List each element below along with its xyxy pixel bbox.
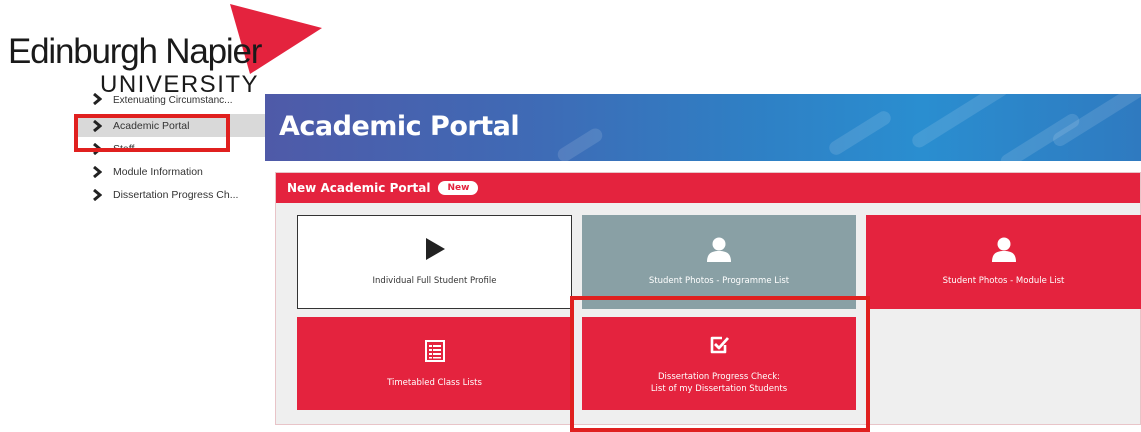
- page-title: Academic Portal: [279, 111, 520, 142]
- tile-student-photos-module[interactable]: Student Photos - Module List: [866, 215, 1141, 309]
- panel-header: New Academic Portal New: [276, 173, 1140, 203]
- sidebar-item-module-information[interactable]: Module Information: [76, 160, 266, 183]
- sidebar-highlight-box: [74, 114, 230, 152]
- tile-label: Student Photos - Programme List: [648, 276, 790, 286]
- tile-label: Student Photos - Module List: [942, 276, 1065, 286]
- tile-timetabled-class-lists[interactable]: Timetabled Class Lists: [297, 317, 572, 410]
- sidebar-item-label: Extenuating Circumstanc...: [113, 95, 233, 106]
- sidebar-item-extenuating-circumstances[interactable]: Extenuating Circumstanc...: [76, 88, 266, 106]
- play-icon: [424, 237, 446, 261]
- university-logo: Edinburgh Napier UNIVERSITY: [6, 4, 326, 98]
- sidebar-item-dissertation-progress[interactable]: Dissertation Progress Ch...: [76, 183, 266, 206]
- chevron-right-icon: [90, 92, 104, 106]
- tile-student-photos-programme[interactable]: Student Photos - Programme List: [582, 215, 856, 309]
- panel-title: New Academic Portal: [287, 181, 431, 195]
- logo-name: Edinburgh Napier: [8, 32, 262, 71]
- list-icon: [424, 339, 445, 363]
- chevron-right-icon: [90, 188, 104, 202]
- sidebar-item-label: Module Information: [113, 165, 203, 178]
- chevron-right-icon: [90, 165, 104, 179]
- tile-highlight-box: [570, 296, 870, 432]
- person-icon: [991, 237, 1017, 262]
- tile-individual-student-profile[interactable]: Individual Full Student Profile: [297, 215, 572, 309]
- tile-label: Individual Full Student Profile: [372, 276, 497, 286]
- tile-label: Timetabled Class Lists: [387, 377, 482, 388]
- page-banner: Academic Portal: [265, 94, 1141, 161]
- person-icon: [706, 237, 732, 262]
- sidebar-item-label: Dissertation Progress Ch...: [113, 188, 239, 201]
- new-badge: New: [438, 181, 479, 195]
